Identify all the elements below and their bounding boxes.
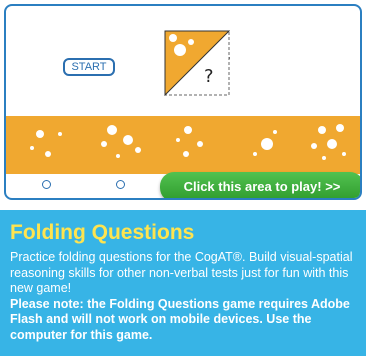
answer-choice-3 (164, 116, 224, 174)
answer-choice-1 (18, 110, 78, 174)
game-title[interactable]: Folding Questions (10, 220, 356, 246)
question-mark: ? (204, 66, 214, 87)
flash-note: Please note: the Folding Questions game … (10, 296, 350, 342)
game-info-panel: Folding Questions Practice folding quest… (0, 210, 366, 356)
answer-choice-4 (237, 116, 297, 174)
game-description: Practice folding questions for the CogAT… (10, 250, 353, 295)
start-label: START (63, 58, 115, 76)
folded-paper-question: ? (164, 30, 230, 96)
answer-choice-2 (92, 116, 152, 174)
game-card: START ? Click this area to play! >> Fold… (0, 0, 366, 356)
answer-choice-5 (300, 116, 360, 174)
answer-radio-2[interactable] (116, 180, 125, 189)
play-button[interactable]: Click this area to play! >> (160, 172, 360, 198)
answer-radio-1[interactable] (42, 180, 51, 189)
game-preview-area[interactable]: START ? Click this area to play! >> (4, 4, 362, 200)
